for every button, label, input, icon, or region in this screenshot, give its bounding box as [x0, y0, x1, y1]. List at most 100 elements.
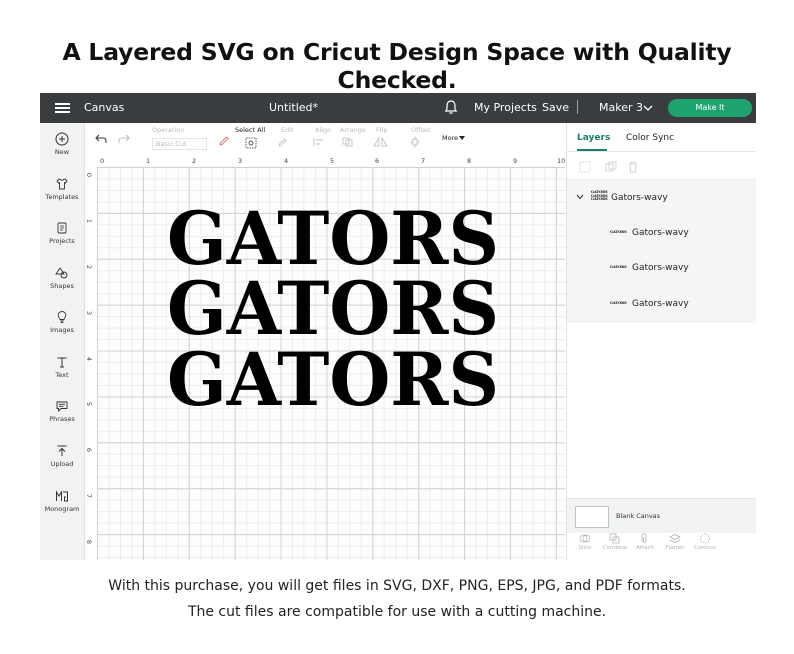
- sidebar-item-label: Images: [50, 326, 74, 334]
- operation-select[interactable]: Basic Cut: [152, 138, 208, 150]
- hamburger-menu-icon[interactable]: [55, 103, 70, 113]
- layers-list: GATORS GATORS GATORS Gators-wavy GATORS …: [567, 180, 756, 323]
- tab-color-sync[interactable]: Color Sync: [626, 133, 674, 143]
- layer-thumbnail: GATORS: [610, 301, 627, 306]
- blank-canvas-row[interactable]: Blank Canvas: [567, 498, 756, 533]
- shapes-icon: [55, 267, 68, 279]
- thumb-text: GATORS: [610, 301, 627, 305]
- sidebar-item-label: Text: [55, 371, 69, 379]
- edit-icon[interactable]: [278, 137, 292, 147]
- flatten-button[interactable]: Flatten: [660, 533, 690, 551]
- caret-down-icon[interactable]: [459, 136, 465, 140]
- layer-name[interactable]: Gators-wavy: [632, 228, 689, 238]
- thumb-text: GATORS: [610, 265, 627, 269]
- ruler-tick: 10: [557, 157, 566, 165]
- operation-label: Operation: [152, 126, 185, 134]
- gators-wavy-design[interactable]: GATORS GATORS GATORS: [148, 202, 518, 452]
- ruler-tick: 8: [85, 539, 94, 545]
- thumb-text: GATORS: [610, 230, 627, 234]
- sidebar-item-label: Templates: [45, 193, 79, 201]
- contour-icon: [700, 533, 710, 544]
- offset-icon[interactable]: [409, 136, 427, 148]
- make-it-button[interactable]: Make It: [668, 99, 752, 117]
- layer-name[interactable]: Gators-wavy: [632, 299, 689, 309]
- align-label: Align: [315, 126, 332, 134]
- group-icon[interactable]: [579, 161, 591, 173]
- tool-label: Slice: [578, 545, 592, 551]
- project-title[interactable]: Untitled*: [269, 101, 318, 114]
- panel-tabs: Layers Color Sync: [567, 123, 756, 152]
- canvas-color-swatch[interactable]: [575, 506, 609, 528]
- align-icon[interactable]: [313, 137, 329, 147]
- flip-icon[interactable]: [373, 137, 389, 147]
- design-word[interactable]: GATORS: [148, 272, 518, 346]
- design-word[interactable]: GATORS: [148, 343, 518, 417]
- upload-icon: [57, 445, 67, 456]
- attach-icon: [641, 533, 647, 543]
- attach-button[interactable]: Attach: [630, 533, 660, 551]
- top-bar: Canvas Untitled* My Projects Save Maker …: [40, 93, 756, 123]
- tab-layers[interactable]: Layers: [577, 133, 610, 143]
- projects-icon: [57, 222, 67, 234]
- machine-selector[interactable]: Maker 3: [599, 101, 643, 114]
- save-button[interactable]: Save: [542, 101, 569, 114]
- sidebar-item-projects[interactable]: Projects: [40, 221, 84, 245]
- section-label: Canvas: [84, 101, 125, 114]
- redo-icon[interactable]: [118, 134, 130, 144]
- my-projects-link[interactable]: My Projects: [474, 101, 537, 114]
- ruler-tick: 6: [85, 447, 94, 453]
- ruler-tick: 5: [85, 401, 94, 407]
- layer-name[interactable]: Gators-wavy: [632, 263, 689, 273]
- layer-tools: Slice Combine Attach Flatten Contour: [567, 533, 756, 560]
- sidebar-item-new[interactable]: New: [40, 132, 84, 156]
- left-sidebar: New Templates Projects Shapes Images Tex…: [40, 123, 85, 560]
- contour-button[interactable]: Contour: [690, 533, 720, 551]
- ruler-tick: 9: [513, 157, 518, 165]
- bell-icon[interactable]: [444, 99, 458, 115]
- cricut-design-space-window: Canvas Untitled* My Projects Save Maker …: [40, 93, 756, 560]
- offset-label: Offset: [411, 126, 431, 134]
- duplicate-icon[interactable]: [605, 161, 617, 173]
- sidebar-item-monogram[interactable]: Monogram: [40, 489, 84, 513]
- ruler-tick: 2: [192, 157, 197, 165]
- shirt-icon: [56, 178, 68, 190]
- design-canvas[interactable]: GATORS GATORS GATORS: [97, 167, 565, 560]
- layer-thumbnail: GATORS: [610, 265, 627, 270]
- pen-icon[interactable]: [219, 136, 229, 146]
- combine-button[interactable]: Combine: [600, 533, 630, 551]
- undo-icon[interactable]: [95, 134, 107, 144]
- text-icon: [57, 357, 67, 368]
- footer-line-formats: With this purchase, you will get files i…: [108, 578, 686, 594]
- ruler-tick: 0: [85, 172, 94, 178]
- edit-toolbar: Operation Basic Cut Select All Edit Alig…: [85, 123, 565, 156]
- layer-group-name[interactable]: Gators-wavy: [611, 193, 668, 203]
- tool-label: Flatten: [665, 545, 685, 551]
- divider: [577, 100, 578, 114]
- slice-button[interactable]: Slice: [570, 533, 600, 551]
- ruler-tick: 6: [375, 157, 380, 165]
- sidebar-item-shapes[interactable]: Shapes: [40, 266, 84, 290]
- select-all-label[interactable]: Select All: [235, 126, 265, 134]
- more-menu[interactable]: More: [442, 134, 458, 142]
- chevron-down-icon[interactable]: [642, 103, 654, 113]
- sidebar-item-images[interactable]: Images: [40, 310, 84, 334]
- select-all-icon[interactable]: [245, 137, 257, 149]
- monogram-icon: [56, 490, 68, 502]
- arrange-icon[interactable]: [342, 137, 358, 147]
- sidebar-item-label: Monogram: [44, 505, 80, 513]
- sidebar-item-text[interactable]: Text: [40, 355, 84, 379]
- ruler-tick: 2: [85, 264, 94, 270]
- layer-thumbnail: GATORS GATORS GATORS: [591, 190, 608, 202]
- thumb-text: GATORS: [591, 197, 608, 201]
- ruler-tick: 4: [85, 356, 94, 362]
- sidebar-item-phrases[interactable]: Phrases: [40, 399, 84, 423]
- ruler-tick: 1: [146, 157, 151, 165]
- sidebar-item-label: Shapes: [50, 282, 74, 290]
- ruler-tick: 5: [330, 157, 335, 165]
- ruler-tick: 4: [284, 157, 289, 165]
- tool-label: Combine: [602, 545, 628, 551]
- trash-icon[interactable]: [627, 161, 639, 173]
- sidebar-item-templates[interactable]: Templates: [40, 177, 84, 201]
- chevron-down-icon[interactable]: [576, 194, 584, 200]
- sidebar-item-upload[interactable]: Upload: [40, 444, 84, 468]
